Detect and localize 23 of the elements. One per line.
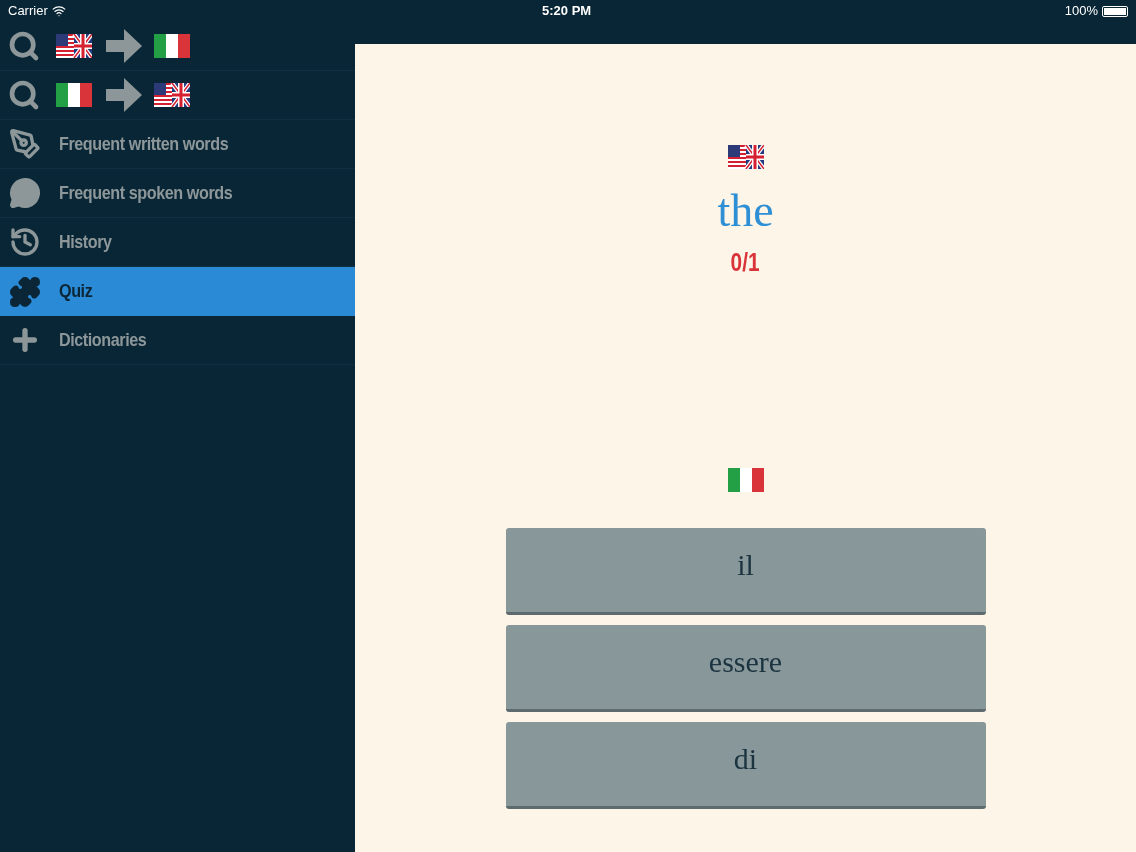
answer-button[interactable]: essere bbox=[505, 625, 986, 712]
arrow-icon bbox=[106, 78, 142, 112]
sidebar-item[interactable]: Frequent spoken words bbox=[0, 169, 355, 218]
carrier-label: Carrier bbox=[8, 2, 48, 21]
quiz-score: 0/1 bbox=[731, 246, 760, 279]
speech-bubble-icon bbox=[9, 177, 41, 209]
history-icon bbox=[9, 226, 41, 258]
italy-flag-icon bbox=[727, 468, 764, 492]
quiz-word: the bbox=[717, 184, 774, 238]
status-time: 5:20 PM bbox=[542, 2, 592, 21]
answer-button[interactable]: di bbox=[505, 722, 986, 809]
search-icon bbox=[8, 79, 40, 111]
sidebar-item[interactable]: Quiz bbox=[0, 267, 355, 316]
battery-label: 100% bbox=[1064, 2, 1098, 21]
search-icon bbox=[8, 30, 40, 62]
sidebar-item[interactable]: Frequent written words bbox=[0, 120, 355, 169]
wifi-icon bbox=[51, 4, 66, 18]
arrow-icon bbox=[106, 29, 142, 63]
sidebar-item[interactable]: Dictionaries bbox=[0, 316, 355, 365]
us-uk-flag-icon bbox=[727, 145, 764, 169]
battery-icon bbox=[1102, 5, 1128, 17]
answer-button[interactable]: il bbox=[505, 528, 986, 615]
pen-icon bbox=[9, 128, 41, 160]
